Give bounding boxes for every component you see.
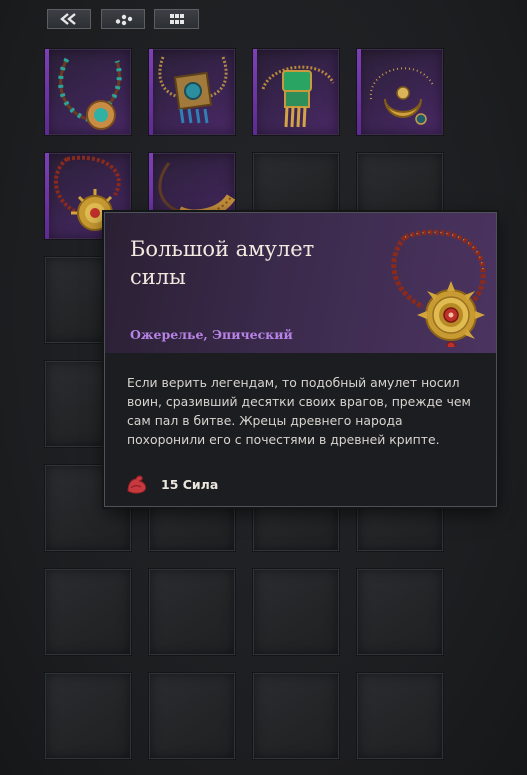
item-title: Большой амулет силы [130,237,315,289]
item-description: Если верить легендам, то подобный амулет… [127,375,471,447]
sort-button[interactable] [101,9,145,29]
inventory-slot-empty[interactable] [44,568,132,656]
item-tooltip: Большой амулет силы Ожерелье, Эпический [104,212,497,507]
inventory-slot-item[interactable] [148,48,236,136]
inventory-slot-empty[interactable] [356,672,444,760]
jade-plate-necklace-icon [261,65,335,128]
grid-icon [169,14,184,24]
item-stat: 15 Сила [125,473,218,495]
inventory-slot-item[interactable] [356,48,444,136]
flexed-arm-icon [127,475,147,494]
inventory-slot-item[interactable] [44,48,132,136]
inventory-slot-item[interactable] [252,48,340,136]
sun-amulet-necklace-icon [391,229,486,347]
inventory-slot-empty[interactable] [148,568,236,656]
inventory-slot-empty[interactable] [148,672,236,760]
double-chevron-left-icon [60,13,76,25]
inventory-slot-empty[interactable] [44,672,132,760]
turquoise-bead-necklace-icon [58,57,122,130]
grid-view-button[interactable] [154,9,199,29]
square-amulet-necklace-icon [158,56,228,124]
inventory-screen: Большой амулет силы Ожерелье, Эпический [0,0,527,775]
stat-label: 15 Сила [161,476,219,492]
inventory-slot-empty[interactable] [252,568,340,656]
inventory-slot-empty[interactable] [356,568,444,656]
crescent-pendant-necklace-icon [369,67,434,125]
inventory-slot-empty[interactable] [252,672,340,760]
dots-cluster-icon [115,14,133,26]
collapse-button[interactable] [47,9,91,29]
item-type-rarity: Ожерелье, Эпический [130,327,293,342]
